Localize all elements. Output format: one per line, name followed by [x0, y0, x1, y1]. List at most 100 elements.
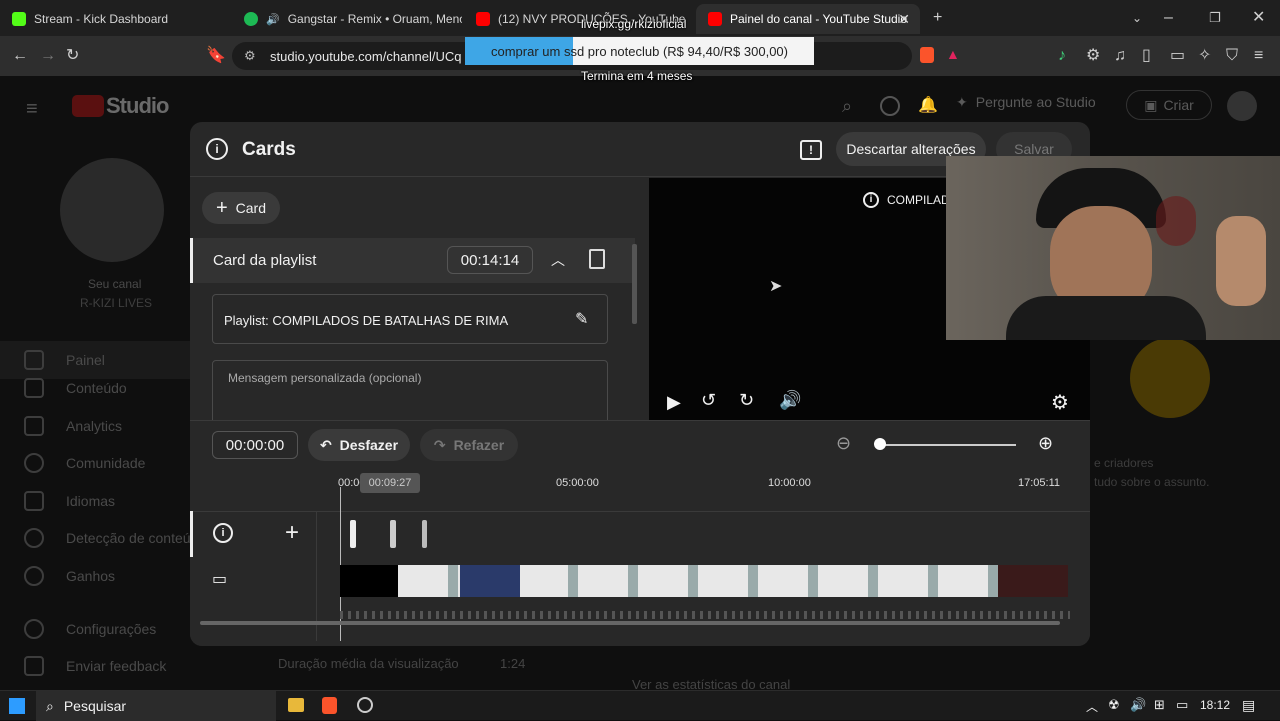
site-info-icon[interactable]: ⚙ — [244, 48, 256, 64]
vpn-icon[interactable]: ⛉ — [1226, 48, 1238, 64]
timeline-editor: 00:00:00 ↶ Desfazer ↷ Refazer ⊖ ⊕ 00:00:… — [190, 420, 1090, 646]
new-tab-button[interactable]: + — [933, 10, 942, 26]
studio-logo-text[interactable]: Studio — [106, 93, 169, 119]
custom-message-field[interactable]: Mensagem personalizada (opcional) — [212, 360, 608, 424]
back-icon[interactable]: ← — [12, 48, 28, 64]
info-icon: i — [206, 138, 228, 160]
display-icon[interactable]: ▭ — [1176, 697, 1188, 713]
card-marker[interactable] — [422, 520, 427, 548]
timeline-time-input[interactable]: 00:00:00 — [212, 431, 298, 459]
tab-youtube-studio[interactable]: Painel do canal - YouTube Studio ✕ — [696, 4, 920, 34]
close-tab-icon[interactable]: ✕ — [898, 11, 910, 28]
channel-avatar[interactable] — [60, 158, 164, 262]
nav-languages[interactable]: Idiomas — [24, 491, 115, 511]
zoom-slider-track[interactable] — [878, 444, 1016, 446]
zoom-slider-knob[interactable] — [874, 438, 886, 450]
windows-start-icon[interactable] — [9, 698, 25, 714]
timeline-scrollbar[interactable] — [200, 621, 1060, 625]
video-thumb-dark — [340, 565, 400, 597]
card-teaser[interactable]: i COMPILADO — [863, 192, 959, 208]
ask-studio-button[interactable]: ✦ Pergunte ao Studio — [956, 94, 1096, 111]
avg-view-duration-label: Duração média da visualização — [278, 656, 459, 671]
scrollbar-thumb[interactable] — [632, 244, 637, 324]
card-marker[interactable] — [390, 520, 396, 548]
puzzle-icon[interactable]: ⚙ — [1086, 48, 1100, 64]
network-icon[interactable]: ⊞ — [1154, 697, 1165, 713]
card-marker[interactable] — [350, 520, 356, 548]
redo-icon: ↷ — [433, 436, 446, 453]
pencil-icon[interactable]: ✎ — [575, 309, 588, 329]
create-button[interactable]: ▣ Criar — [1126, 90, 1212, 120]
zoom-in-icon[interactable]: ⊕ — [1038, 433, 1053, 454]
url-text: studio.youtube.com/channel/UCq — [270, 48, 462, 64]
forward-icon[interactable]: → — [40, 48, 56, 64]
timeline-time-value: 00:00:00 — [225, 436, 285, 454]
nav-content-detection[interactable]: Detecção de conteúdo — [24, 528, 206, 548]
play-icon[interactable]: ▶ — [667, 392, 681, 413]
window-close-icon[interactable]: ✕ — [1252, 10, 1265, 26]
tab-label: Gangstar - Remix • Oruam, Meno — [287, 12, 462, 26]
taskbar-search-label: Pesquisar — [63, 698, 127, 714]
wall-decoration — [1156, 196, 1196, 246]
minimize-icon[interactable]: – — [1164, 10, 1173, 26]
nav-dashboard[interactable]: Painel — [0, 341, 190, 379]
notification-center-icon[interactable]: ▤ — [1242, 697, 1255, 714]
notifications-icon[interactable]: 🔔 — [918, 95, 938, 115]
nav-earnings[interactable]: Ganhos — [24, 566, 115, 586]
nav-feedback[interactable]: Enviar feedback — [24, 656, 166, 676]
nav-settings[interactable]: Configurações — [24, 619, 156, 639]
undo-button[interactable]: ↶ Desfazer — [308, 429, 410, 461]
forward-10-icon[interactable]: ↻ — [739, 390, 754, 411]
bookmark-icon[interactable]: 🔖 — [206, 48, 226, 64]
add-card-plus-icon[interactable]: + — [285, 519, 299, 547]
hamburger-icon[interactable]: ≡ — [26, 98, 38, 121]
clock[interactable]: 18:12 — [1200, 698, 1230, 712]
brave-rewards-icon[interactable]: ▲ — [946, 46, 960, 62]
brave-shield-icon[interactable] — [920, 47, 934, 63]
tray-chevron-icon[interactable]: ︿ — [1086, 698, 1098, 715]
feedback-icon[interactable]: ! — [800, 140, 822, 160]
obs-icon[interactable] — [357, 697, 373, 713]
file-explorer-icon[interactable] — [288, 698, 304, 712]
volume-tray-icon[interactable]: 🔊 — [1130, 697, 1146, 713]
playlist-field[interactable]: Playlist: COMPILADOS DE BATALHAS DE RIMA… — [212, 294, 608, 344]
tray-app-icon[interactable]: ☢ — [1108, 697, 1120, 713]
channel-name: R-KIZI LIVES — [80, 296, 153, 310]
volume-icon[interactable]: 🔊 — [779, 390, 801, 411]
nav-label: Enviar feedback — [66, 658, 167, 674]
chevron-up-icon[interactable]: ︿ — [551, 250, 565, 270]
extension-icon[interactable]: ♪ — [1058, 48, 1066, 64]
speaker-icon: 🔊 — [266, 13, 280, 26]
avatar[interactable] — [1227, 91, 1257, 121]
analytics-icon — [24, 416, 44, 436]
restore-icon[interactable]: ❐ — [1209, 10, 1221, 26]
sidebar-icon[interactable]: ▯ — [1142, 48, 1151, 64]
leo-icon[interactable]: ✧ — [1198, 48, 1211, 64]
taskbar-search[interactable]: ⌕ Pesquisar — [36, 691, 276, 721]
trash-icon[interactable] — [589, 249, 605, 269]
tab-list-icon[interactable]: ⌄ — [1132, 10, 1142, 26]
search-icon[interactable]: ⌕ — [842, 96, 852, 117]
rewind-10-icon[interactable]: ↺ — [701, 390, 716, 411]
audio-waveform — [340, 611, 1070, 619]
tab-spotify[interactable]: 🔊 Gangstar - Remix • Oruam, Meno — [232, 4, 462, 34]
help-icon[interactable] — [880, 96, 900, 116]
reload-icon[interactable]: ↻ — [66, 48, 79, 64]
music-icon[interactable]: ♫ — [1114, 48, 1126, 64]
card-item[interactable]: Card da playlist 00:14:14 ︿ — [190, 238, 635, 283]
card-title: Card da playlist — [213, 252, 317, 269]
nav-content[interactable]: Conteúdo — [24, 378, 127, 398]
wallet-icon[interactable]: ▭ — [1170, 48, 1185, 64]
nav-analytics[interactable]: Analytics — [24, 416, 122, 436]
nav-community[interactable]: Comunidade — [24, 453, 145, 473]
settings-gear-icon[interactable]: ⚙ — [1051, 390, 1069, 415]
redo-button[interactable]: ↷ Refazer — [420, 429, 518, 461]
menu-icon[interactable]: ≡ — [1254, 48, 1263, 64]
gear-icon — [24, 619, 44, 639]
youtube-studio-icon — [708, 12, 722, 26]
brave-icon[interactable] — [322, 697, 337, 714]
tab-kick[interactable]: Stream - Kick Dashboard — [0, 4, 230, 34]
card-time-input[interactable]: 00:14:14 — [447, 246, 533, 274]
add-card-button[interactable]: + Card — [202, 192, 280, 224]
zoom-out-icon[interactable]: ⊖ — [836, 433, 851, 454]
